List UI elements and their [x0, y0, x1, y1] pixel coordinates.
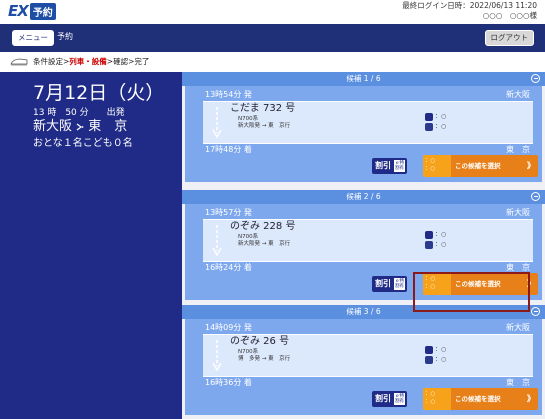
breadcrumb-text: 条件設定>列車・設備>確認>完了 — [33, 56, 149, 68]
discount-badge: 割引 ｅ特 割有 — [372, 276, 407, 292]
discount-label: 割引 — [375, 279, 391, 288]
ex-yoyaku-logo: EX 予約 — [8, 2, 56, 20]
reserved-seat-icon — [425, 113, 433, 121]
summary-time: 13 時 50 分 出発 — [33, 108, 125, 118]
selected-candidate-highlight — [413, 272, 530, 312]
reserved-seat-icon — [425, 231, 433, 239]
train-class: N700系 — [238, 116, 259, 122]
green-car-status: ：○ — [435, 241, 447, 248]
discount-label: 割引 — [375, 161, 391, 170]
reserved-seat-status: ：○ — [435, 231, 447, 238]
discount-sub-label: ｅ特 割有 — [394, 278, 405, 290]
breadcrumb: 条件設定>列車・設備>確認>完了 — [0, 52, 545, 73]
train-info: こだま 732 号 N700系 新大阪発 → 東 京行 ：○ ：○ — [203, 101, 533, 144]
breadcrumb-step-confirm: >確認>完了 — [106, 57, 150, 66]
select-seat-status-1: ：○ — [425, 158, 436, 164]
arrival-station: 東 京 — [506, 378, 530, 387]
nav-bar: メニュー 予約 ログアウト — [0, 24, 545, 52]
green-car-icon — [425, 241, 433, 249]
train-info: のぞみ 228 号 N700系 新大阪発 → 東 京行 ：○ ：○ — [203, 219, 533, 262]
train-name: のぞみ 228 号 — [230, 221, 296, 232]
logo-yoyaku-text: 予約 — [29, 2, 56, 20]
departure-station: 新大阪 — [506, 208, 530, 217]
candidate-block: 候補 3 / 6 14時09分 発 新大阪 のぞみ 26 号 N700系 博 多… — [182, 305, 545, 419]
seat-availability: ：○ ：○ — [425, 345, 446, 365]
green-car-icon — [425, 356, 433, 364]
green-car-status: ：○ — [435, 123, 447, 130]
train-route: 博 多発 → 東 京行 — [238, 356, 291, 362]
candidate-header: 候補 2 / 6 — [182, 190, 545, 204]
discount-badge: 割引 ｅ特 割有 — [372, 391, 407, 407]
seat-availability: ：○ ：○ — [425, 112, 446, 132]
discount-badge: 割引 ｅ特 割有 — [372, 158, 407, 174]
seat-availability: ：○ ：○ — [425, 230, 446, 250]
summary-route: 新大阪 東 京 — [33, 119, 127, 135]
select-seat-status-2: ：○ — [425, 166, 436, 172]
down-arrow-icon — [212, 107, 222, 138]
nav-title: 予約 — [57, 32, 73, 41]
train-card: 13時54分 発 新大阪 こだま 732 号 N700系 新大阪発 → 東 京行… — [185, 86, 542, 182]
top-header: EX 予約 最終ログイン日時：2022/06/13 11:20 ○○○ ○○○様 — [0, 0, 545, 24]
summary-passengers: おとな１名こども０名 — [33, 138, 133, 149]
logo-ex-text: EX — [8, 2, 29, 20]
train-card: 14時09分 発 新大阪 のぞみ 26 号 N700系 博 多発 → 東 京行 … — [185, 319, 542, 415]
select-candidate-button[interactable]: ：○ ：○ この候補を選択 — [423, 155, 538, 177]
search-summary-panel: 7月12日（火） 13 時 50 分 出発 新大阪 東 京 おとな１名こども０名 — [0, 72, 182, 419]
summary-date: 7月12日（火） — [33, 82, 165, 104]
departure-station: 新大阪 — [506, 90, 530, 99]
candidate-counter: 候補 2 / 6 — [346, 192, 381, 201]
discount-label: 割引 — [375, 394, 391, 403]
summary-to: 東 京 — [88, 119, 128, 134]
select-seat-status-1: ：○ — [425, 391, 436, 397]
down-arrow-icon — [212, 340, 222, 371]
train-route: 新大阪発 → 東 京行 — [238, 123, 291, 129]
user-name: ○○○ ○○○様 — [482, 11, 537, 20]
arrival-time: 16時36分 着 — [205, 378, 252, 387]
breadcrumb-step-train: 列車・設備 — [69, 57, 107, 66]
select-seat-summary: ：○ ：○ — [423, 155, 451, 177]
departure-time: 14時09分 発 — [205, 323, 252, 332]
arrival-time: 16時24分 着 — [205, 263, 252, 272]
discount-sub-label: ｅ特 割有 — [394, 160, 405, 172]
collapse-icon[interactable] — [531, 74, 540, 83]
candidate-header: 候補 1 / 6 — [182, 72, 545, 86]
select-candidate-button[interactable]: ：○ ：○ この候補を選択 — [423, 388, 538, 410]
collapse-icon[interactable] — [531, 307, 540, 316]
candidate-counter: 候補 3 / 6 — [346, 307, 381, 316]
arrival-time: 17時48分 着 — [205, 145, 252, 154]
down-arrow-icon — [212, 225, 222, 256]
login-info: 最終ログイン日時：2022/06/13 11:20 ○○○ ○○○様 — [402, 1, 537, 21]
select-candidate-label[interactable]: この候補を選択 — [451, 388, 538, 410]
train-name: こだま 732 号 — [230, 103, 296, 114]
select-candidate-label[interactable]: この候補を選択 — [451, 155, 538, 177]
arrival-station: 東 京 — [506, 145, 530, 154]
reserved-seat-status: ：○ — [435, 113, 447, 120]
breadcrumb-step-conditions: 条件設定> — [33, 57, 70, 66]
candidate-counter: 候補 1 / 6 — [346, 74, 381, 83]
train-name: のぞみ 26 号 — [230, 336, 290, 347]
train-class: N700系 — [238, 234, 259, 240]
logout-button[interactable]: ログアウト — [484, 30, 534, 46]
green-car-status: ：○ — [435, 356, 447, 363]
last-login: 最終ログイン日時：2022/06/13 11:20 — [402, 1, 537, 10]
discount-sub-label: ｅ特 割有 — [394, 393, 405, 405]
select-seat-summary: ：○ ：○ — [423, 388, 451, 410]
reserved-seat-status: ：○ — [435, 346, 447, 353]
departure-station: 新大阪 — [506, 323, 530, 332]
green-car-icon — [425, 123, 433, 131]
collapse-icon[interactable] — [531, 192, 540, 201]
train-route: 新大阪発 → 東 京行 — [238, 241, 291, 247]
shinkansen-icon — [10, 58, 28, 66]
summary-from: 新大阪 — [33, 119, 73, 134]
candidate-block: 候補 1 / 6 13時54分 発 新大阪 こだま 732 号 N700系 新大… — [182, 72, 545, 182]
route-arrow-icon — [76, 123, 84, 130]
reserved-seat-icon — [425, 346, 433, 354]
select-seat-status-2: ：○ — [425, 399, 436, 405]
train-class: N700系 — [238, 349, 259, 355]
departure-time: 13時54分 発 — [205, 90, 252, 99]
train-info: のぞみ 26 号 N700系 博 多発 → 東 京行 ：○ ：○ — [203, 334, 533, 377]
menu-button[interactable]: メニュー — [12, 30, 54, 46]
departure-time: 13時57分 発 — [205, 208, 252, 217]
